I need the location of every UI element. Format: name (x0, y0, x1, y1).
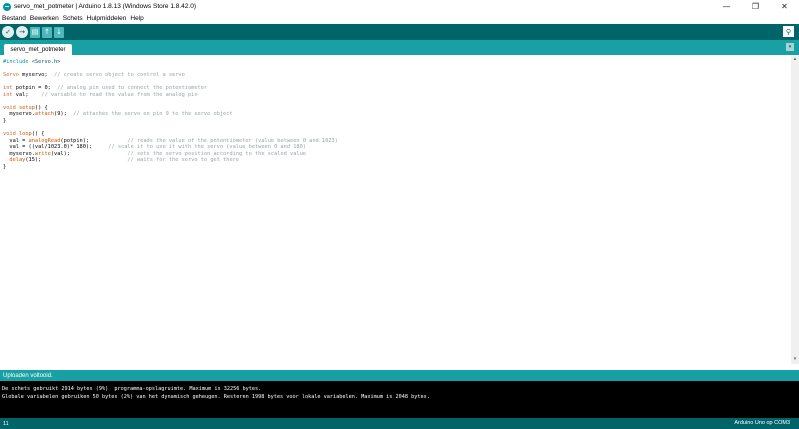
serial-monitor-button[interactable]: ⚲ (783, 26, 794, 37)
bottom-status-bar: 11 Arduino Uno op COM3 (0, 418, 799, 429)
code-token: void (3, 104, 16, 111)
tab-bar: servo_met_potmeter ▾ (0, 40, 799, 55)
console-line: De schets gebruikt 2914 bytes (9%) progr… (2, 386, 262, 392)
maximize-button[interactable]: ❐ (741, 0, 770, 13)
menu-schets[interactable]: Schets (63, 15, 83, 22)
code-token: val; (12, 91, 42, 98)
code-area[interactable]: #include <Servo.h> Servo myservo; // cre… (3, 59, 338, 170)
scroll-up-icon[interactable]: ▴ (791, 55, 799, 63)
code-token: delay (9, 157, 26, 164)
window-controls: — ❐ ✕ (712, 0, 799, 13)
status-bar: Uploaden voltooid. (0, 370, 799, 381)
menu-hulpmiddelen[interactable]: Hulpmiddelen (87, 15, 127, 22)
code-token: () { (31, 131, 45, 138)
code-token: // analog pin used to connect the potent… (57, 85, 208, 92)
code-token: (9); (54, 111, 74, 118)
upload-button[interactable]: → (16, 26, 28, 38)
code-token: attach (34, 111, 55, 118)
code-token: (15); (25, 157, 128, 164)
scroll-down-icon[interactable]: ▾ (791, 355, 799, 363)
code-token: } (3, 163, 7, 170)
code-token: } (3, 117, 7, 124)
code-token: (potpin); (60, 137, 128, 144)
code-token: int (3, 85, 13, 92)
menu-bewerken[interactable]: Bewerken (30, 15, 59, 22)
new-file-icon: ▤ (31, 28, 39, 36)
code-token: myservo; (18, 72, 55, 79)
console-output[interactable]: De schets gebruikt 2914 bytes (9%) progr… (0, 381, 799, 418)
menu-bar: Bestand Bewerken Schets Hulpmiddelen Hel… (0, 13, 799, 24)
code-token: Servo (3, 72, 19, 79)
save-sketch-button[interactable]: ↓ (54, 26, 64, 38)
window-title: servo_met_potmeter | Arduino 1.8.13 (Win… (14, 3, 196, 10)
arrow-down-icon: ↓ (56, 28, 62, 36)
code-token: write (34, 150, 51, 157)
code-token: myservo. (3, 150, 35, 157)
toolbar: ✓ → ▤ ↑ ↓ ⚲ (0, 24, 799, 40)
code-token: setup (18, 104, 35, 111)
title-bar: servo_met_potmeter | Arduino 1.8.13 (Win… (0, 0, 799, 13)
menu-help[interactable]: Help (130, 15, 143, 22)
arrow-right-icon: → (19, 28, 25, 36)
open-sketch-button[interactable]: ↑ (42, 26, 52, 38)
code-token: analogRead (28, 137, 61, 144)
code-token: // scale it to use it with the servo (va… (108, 144, 306, 151)
code-token: val = ((val/1023.0)* 180); (3, 144, 109, 151)
magnifier-icon: ⚲ (785, 27, 792, 36)
new-sketch-button[interactable]: ▤ (30, 26, 40, 38)
chevron-down-icon: ▾ (788, 44, 792, 50)
code-token: // attaches the servo on pin 9 to the se… (73, 111, 233, 118)
code-token: #include (3, 59, 32, 65)
code-token: myservo. (3, 111, 35, 118)
code-token: // reads the value of the potentiometer … (127, 137, 338, 144)
verify-button[interactable]: ✓ (2, 26, 14, 38)
code-token: potpin = 0; (12, 85, 58, 92)
editor-scrollbar[interactable]: ▴ ▾ (791, 55, 799, 364)
code-token: int (3, 91, 13, 98)
code-token: (val); (50, 150, 128, 157)
status-message: Uploaden voltooid. (3, 372, 53, 379)
code-line: } (3, 164, 338, 171)
code-token: // sets the servo position according to … (127, 150, 306, 157)
minimize-button[interactable]: — (712, 0, 741, 13)
arduino-logo-icon (3, 2, 11, 11)
check-icon: ✓ (5, 28, 11, 36)
console-line: Globale variabelen gebruiken 50 bytes (2… (2, 394, 430, 400)
close-button[interactable]: ✕ (770, 0, 799, 13)
code-token: // variable to read the value from the a… (41, 91, 198, 98)
code-token: <Servo.h> (31, 59, 61, 65)
code-editor[interactable]: #include <Servo.h> Servo myservo; // cre… (0, 55, 799, 364)
code-token: void (3, 131, 16, 138)
code-token: () { (34, 104, 48, 111)
line-number: 11 (3, 420, 9, 427)
arrow-up-icon: ↑ (44, 28, 50, 36)
code-token: // waits for the servo to get there (127, 157, 240, 164)
tab-servo-met-potmeter[interactable]: servo_met_potmeter (4, 44, 72, 55)
menu-bestand[interactable]: Bestand (2, 15, 26, 22)
tab-menu-button[interactable]: ▾ (786, 43, 794, 51)
code-token: // create servo object to control a serv… (54, 72, 185, 79)
code-token: loop (18, 131, 32, 138)
board-port-label: Arduino Uno op COM3 (734, 420, 790, 426)
code-token: val = (3, 137, 29, 144)
